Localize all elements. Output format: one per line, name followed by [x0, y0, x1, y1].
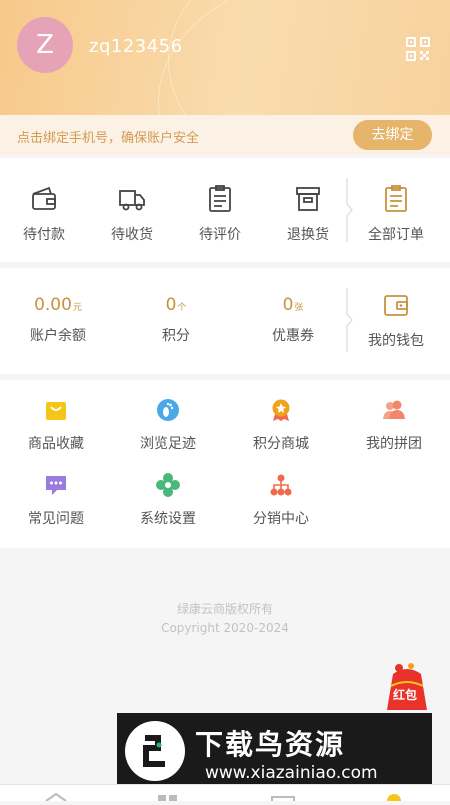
settings-flower-icon [156, 473, 180, 497]
my-wallet-label: 我的钱包 [368, 333, 424, 349]
stat-label: 优惠券 [272, 328, 314, 344]
red-packet-label: 红包 [393, 688, 418, 702]
order-pending-review[interactable]: 待评价 [190, 184, 250, 244]
distribution-icon [270, 474, 292, 496]
stat-unit: 张 [294, 303, 304, 313]
service-label: 积分商城 [253, 436, 309, 452]
stat-balance[interactable]: 0.00元 账户余额 [14, 295, 102, 345]
chat-icon [46, 476, 66, 495]
stat-value: 0张 [253, 295, 333, 315]
service-settings[interactable]: 系统设置 [126, 473, 210, 528]
service-footprints[interactable]: 浏览足迹 [126, 398, 210, 453]
bird-logo-icon [125, 721, 185, 781]
service-points-mall[interactable]: 积分商城 [239, 398, 323, 453]
all-orders-label: 全部订单 [368, 227, 424, 243]
copyright-owner: 绿康云商版权所有 [176, 602, 273, 616]
watermark-title: 下载鸟资源 [195, 728, 346, 761]
service-distribution[interactable]: 分销中心 [239, 473, 323, 528]
clipboard-icon [209, 185, 231, 212]
service-label: 我的拼团 [366, 436, 422, 452]
watermark-url: www.xiazainiao.com [205, 763, 378, 783]
stat-number: 0.00 [34, 295, 72, 315]
stat-points[interactable]: 0个 积分 [136, 295, 216, 345]
orders-card: 待付款 待收货 待评价 退换货 全部订单 [0, 158, 450, 262]
services-card: 商品收藏 浏览足迹 积分商城 我的拼团 常见问题 系统设置 分销中心 [0, 380, 450, 548]
wallet-icon [32, 186, 56, 210]
medal-icon [272, 399, 290, 421]
service-faq[interactable]: 常见问题 [14, 473, 98, 528]
red-packet-button[interactable]: 红包 [381, 660, 433, 714]
service-favorites[interactable]: 商品收藏 [14, 398, 98, 453]
stat-label: 积分 [162, 328, 190, 344]
order-label: 待评价 [199, 227, 241, 243]
order-pending-payment[interactable]: 待付款 [14, 184, 74, 244]
order-label: 待付款 [23, 227, 65, 243]
wallet-card: 0.00元 账户余额 0个 积分 0张 优惠券 我的钱包 [0, 268, 450, 374]
copyright-years: Copyright 2020-2024 [161, 621, 289, 635]
wallet-icon [384, 295, 408, 316]
stat-unit: 元 [72, 303, 82, 313]
bind-phone-button[interactable]: 去绑定 [353, 120, 432, 150]
bottom-tab-bar[interactable] [0, 784, 450, 805]
group-icon [383, 400, 405, 419]
divider [346, 178, 353, 242]
divider [346, 288, 353, 352]
truck-icon [119, 190, 145, 211]
stat-coupons[interactable]: 0张 优惠券 [253, 295, 333, 345]
shopping-bag-icon [46, 402, 66, 420]
footprint-icon [157, 399, 179, 421]
my-wallet-button[interactable]: 我的钱包 [362, 290, 430, 350]
service-label: 系统设置 [140, 511, 196, 527]
order-label: 待收货 [111, 227, 153, 243]
all-orders-button[interactable]: 全部订单 [362, 184, 430, 244]
order-returns[interactable]: 退换货 [278, 184, 338, 244]
copyright: 绿康云商版权所有 Copyright 2020-2024 [0, 600, 450, 638]
service-group-buy[interactable]: 我的拼团 [352, 398, 436, 453]
order-pending-receipt[interactable]: 待收货 [102, 184, 162, 244]
stat-number: 0 [165, 295, 177, 315]
box-icon [296, 187, 320, 211]
stat-number: 0 [282, 295, 294, 315]
watermark: 下载鸟资源 www.xiazainiao.com [117, 713, 432, 790]
bind-phone-tip: 点击绑定手机号，确保账户安全 [17, 131, 200, 146]
qr-code-icon[interactable] [405, 36, 431, 62]
service-label: 常见问题 [28, 511, 84, 527]
service-label: 分销中心 [253, 511, 309, 527]
stat-unit: 个 [177, 303, 187, 313]
order-label: 退换货 [287, 227, 329, 243]
stat-value: 0.00元 [14, 295, 102, 315]
avatar[interactable]: Z [17, 17, 73, 73]
tab-icons [45, 792, 401, 805]
service-label: 商品收藏 [28, 436, 84, 452]
service-label: 浏览足迹 [140, 436, 196, 452]
username: zq123456 [89, 36, 183, 57]
orders-icon [385, 185, 407, 212]
stat-value: 0个 [136, 295, 216, 315]
stat-label: 账户余额 [30, 328, 86, 344]
